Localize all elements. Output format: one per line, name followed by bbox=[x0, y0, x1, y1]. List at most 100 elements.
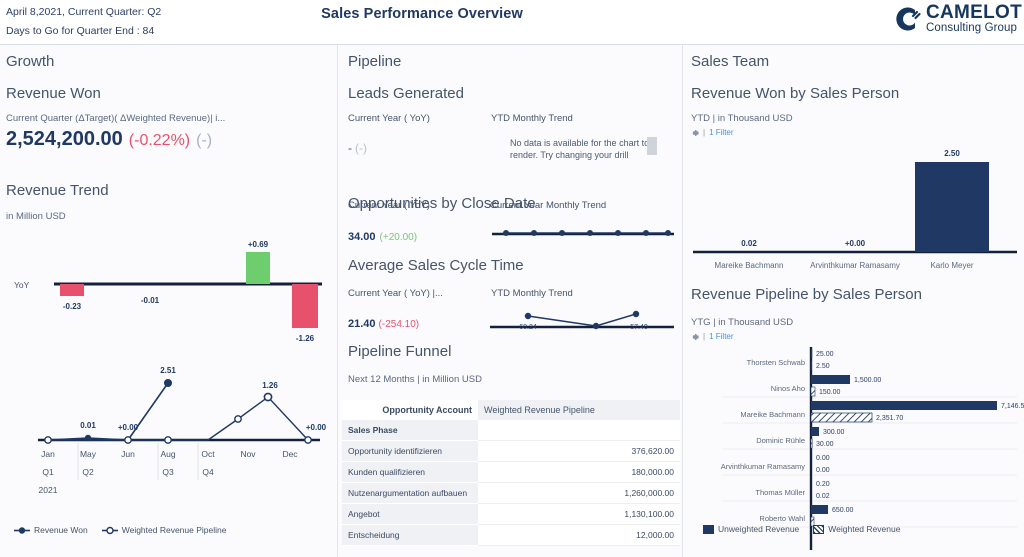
ytick-mareike-bachmann: Mareike Bachmann bbox=[740, 410, 805, 419]
bar-label-karlo-meyer: 2.50 bbox=[944, 149, 960, 158]
waterfall-bar-1 bbox=[60, 284, 84, 296]
sales-phase-empty-cell bbox=[478, 420, 680, 441]
cycle-time-trend-chart[interactable]: 60.24 57.40 bbox=[486, 300, 678, 336]
revenue-won-by-person-title: Revenue Won by Sales Person bbox=[691, 85, 900, 102]
legend-item-weighted-revenue[interactable]: Weighted Revenue bbox=[813, 524, 900, 534]
cell-phase-name: Nutzenargumentation aufbauen bbox=[342, 482, 478, 504]
pipeline-section-title: Pipeline bbox=[348, 53, 402, 70]
gear-icon[interactable] bbox=[691, 129, 699, 137]
cycle-time-col2-header: YTD Monthly Trend bbox=[491, 288, 573, 299]
revenue-trend-subtitle: in Million USD bbox=[6, 211, 66, 222]
leads-col1-header: Current Year ( YoY) bbox=[348, 113, 430, 124]
xtick-karlo-meyer: Karlo Meyer bbox=[930, 261, 973, 270]
xtick-nov: Nov bbox=[240, 449, 256, 459]
xtick-mareike-bachmann: Mareike Bachmann bbox=[715, 261, 784, 270]
opportunities-monthly-trend-chart[interactable] bbox=[488, 220, 678, 246]
legend-item-weighted-pipeline[interactable]: Weighted Revenue Pipeline bbox=[101, 525, 226, 535]
filter-separator: | bbox=[703, 332, 706, 341]
column-header-weighted-revenue-pipeline[interactable]: Weighted Revenue Pipeline bbox=[478, 400, 680, 420]
camelot-logo-text: CAMELOT Consulting Group bbox=[926, 3, 1022, 35]
sales-phase-group-header: Sales Phase bbox=[342, 420, 478, 441]
revenue-won-label-may: 0.01 bbox=[80, 421, 96, 430]
bar-unweighted-mareike-bachmann bbox=[811, 401, 997, 410]
cycle-time-col1-header: Current Year ( YoY) |... bbox=[348, 288, 443, 299]
days-to-quarter-end-text: Days to Go for Quarter End : 84 bbox=[6, 25, 155, 37]
pipeline-label-dec: +0.00 bbox=[306, 423, 327, 432]
bar-unweighted-dominic-ruehle bbox=[811, 427, 819, 436]
revenue-trend-legend: Revenue Won Weighted Revenue Pipeline bbox=[14, 525, 226, 535]
opportunities-col2-header: Current Year Monthly Trend bbox=[490, 200, 607, 211]
revenue-trend-waterfall-chart[interactable]: YoY -0.23 -0.01 +0.69 -1.26 bbox=[0, 240, 336, 350]
revenue-trend-title: Revenue Trend bbox=[6, 182, 109, 199]
gear-icon[interactable] bbox=[691, 333, 699, 341]
ytick-ninos-aho: Ninos Aho bbox=[771, 384, 805, 393]
bar-label-mareike-bachmann: 0.02 bbox=[741, 239, 757, 248]
cell-phase-name: Opportunity identifizieren bbox=[342, 440, 478, 462]
ytick-roberto-wahl: Roberto Wahl bbox=[759, 514, 805, 523]
leads-kpi: - (-) bbox=[348, 139, 367, 157]
table-row[interactable]: Entscheidung 12,000.00 bbox=[342, 524, 680, 546]
xtick-year: 2021 bbox=[39, 485, 58, 495]
growth-section-title: Growth bbox=[6, 53, 55, 70]
cell-phase-name: Entscheidung bbox=[342, 524, 478, 546]
bar-label-unweighted-arvinthkumar-ramasamy: 0.00 bbox=[816, 455, 830, 462]
table-header-row: Opportunity Account Weighted Revenue Pip… bbox=[342, 400, 680, 420]
bar-label-weighted-ninos-aho: 150.00 bbox=[819, 389, 841, 396]
xtick-q3: Q3 bbox=[162, 467, 174, 477]
xtick-jun: Jun bbox=[121, 449, 135, 459]
cell-phase-name: Angebot bbox=[342, 503, 478, 525]
leads-generated-title: Leads Generated bbox=[348, 85, 464, 102]
leads-value: - bbox=[348, 141, 352, 155]
waterfall-label-3: +0.69 bbox=[248, 240, 269, 249]
bar-unweighted-thorsten-schwab bbox=[811, 349, 813, 358]
table-row[interactable]: Nutzenargumentation aufbauen 1,260,000.0… bbox=[342, 482, 680, 504]
bar-label-arvinthkumar-ramasamy: +0.00 bbox=[845, 239, 866, 248]
legend-label-revenue-won: Revenue Won bbox=[34, 525, 88, 535]
revenue-won-filter-link[interactable]: 1 Filter bbox=[709, 128, 733, 137]
revenue-won-by-person-subtitle: YTD | in Thousand USD bbox=[691, 113, 793, 124]
cycle-point-3 bbox=[632, 310, 640, 318]
leads-chart-scrollbar[interactable] bbox=[647, 137, 657, 155]
ytick-dominic-ruehle: Dominic Rühle bbox=[756, 436, 805, 445]
table-row[interactable]: Kunden qualifizieren 180,000.00 bbox=[342, 461, 680, 483]
camelot-logo-mark-icon bbox=[890, 3, 922, 35]
cycle-time-kpi: 21.40 (-254.10) bbox=[348, 314, 419, 332]
opportunities-value: 34.00 bbox=[348, 231, 376, 243]
legend-item-unweighted-revenue[interactable]: Unweighted Revenue bbox=[703, 524, 799, 534]
opp-point-3 bbox=[559, 230, 565, 236]
revenue-won-point-aug bbox=[164, 379, 172, 387]
bar-weighted-mareike-bachmann bbox=[810, 412, 873, 423]
leads-col2-header: YTD Monthly Trend bbox=[491, 113, 573, 124]
cell-phase-value: 12,000.00 bbox=[478, 524, 680, 546]
legend-item-revenue-won[interactable]: Revenue Won bbox=[14, 525, 88, 535]
revenue-pipeline-filter-link[interactable]: 1 Filter bbox=[709, 332, 733, 341]
revenue-won-title: Revenue Won bbox=[6, 85, 101, 102]
revenue-pipeline-filter-row[interactable]: | 1 Filter bbox=[691, 332, 734, 341]
dashboard-header: April 8,2021, Current Quarter: Q2 Days t… bbox=[0, 0, 1024, 45]
xtick-q1: Q1 bbox=[42, 467, 54, 477]
table-row[interactable]: Opportunity identifizieren 376,620.00 bbox=[342, 440, 680, 462]
bar-weighted-ninos-aho bbox=[810, 386, 816, 397]
bar-label-unweighted-thomas-mueller: 0.20 bbox=[816, 481, 830, 488]
cell-phase-value: 1,260,000.00 bbox=[478, 482, 680, 504]
pipeline-point-oct bbox=[234, 415, 242, 423]
revenue-won-by-person-chart[interactable]: 2.50 0.02 +0.00 Mareike Bachmann Arvinth… bbox=[683, 140, 1024, 275]
bar-label-weighted-thomas-mueller: 0.02 bbox=[816, 493, 830, 500]
bar-weighted-thorsten-schwab bbox=[810, 360, 812, 371]
pipeline-funnel-table[interactable]: Opportunity Account Weighted Revenue Pip… bbox=[342, 400, 680, 546]
logo-main-text: CAMELOT bbox=[925, 2, 1022, 24]
table-body: Sales Phase Opportunity identifizieren 3… bbox=[342, 420, 680, 546]
revenue-won-filter-row[interactable]: | 1 Filter bbox=[691, 128, 734, 137]
cycle-time-title: Average Sales Cycle Time bbox=[348, 257, 524, 274]
revenue-won-label-jun: +0.00 bbox=[118, 423, 139, 432]
table-row[interactable]: Angebot 1,130,100.00 bbox=[342, 503, 680, 525]
bar-label-weighted-thorsten-schwab: 2.50 bbox=[816, 363, 830, 370]
opportunities-kpi: 34.00 (+20.00) bbox=[348, 227, 417, 245]
xtick-aug: Aug bbox=[160, 449, 175, 459]
xtick-q2: Q2 bbox=[82, 467, 94, 477]
leads-delta: (-) bbox=[355, 141, 367, 155]
revenue-monthly-trend-chart[interactable]: 0.01 +0.00 2.51 1.26 +0.00 Jan May Jun A… bbox=[0, 345, 336, 495]
filter-separator: | bbox=[703, 128, 706, 137]
pipeline-point-aug bbox=[164, 436, 172, 444]
column-header-opportunity-account[interactable]: Opportunity Account bbox=[342, 400, 478, 420]
